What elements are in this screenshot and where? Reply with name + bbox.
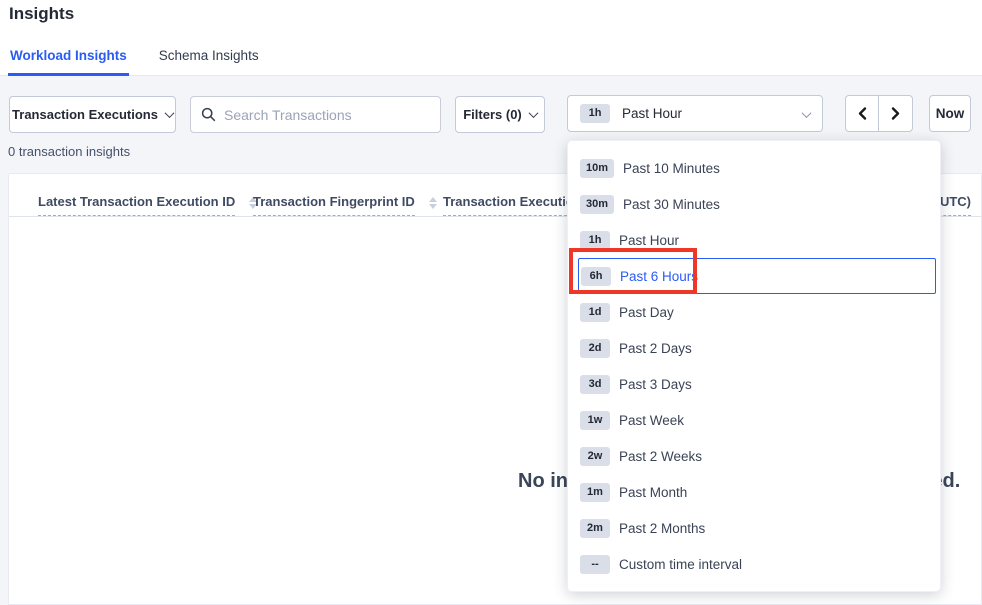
page-title: Insights [9,4,74,24]
time-option-badge: 1h [580,231,610,250]
time-option-badge: -- [580,555,610,574]
search-box[interactable] [190,96,441,133]
time-interval-dropdown: 10m Past 10 Minutes 30m Past 30 Minutes 1h Pa… [567,140,941,592]
time-option-label: Custom time interval [619,557,742,572]
filters-button[interactable]: Filters (0) [455,96,545,133]
time-option[interactable]: 30m Past 30 Minutes [568,186,940,222]
time-option-badge: 10m [580,159,614,178]
time-range-badge: 1h [580,104,610,123]
time-option-label: Past Hour [619,233,679,248]
search-icon [201,107,216,122]
next-range-button[interactable] [879,96,912,131]
time-option-label: Past 30 Minutes [623,197,720,212]
time-option-badge: 1w [580,411,610,430]
time-option[interactable]: 1h Past Hour [568,222,940,258]
filters-label: Filters (0) [463,107,522,122]
tab-schema-insights[interactable]: Schema Insights [157,48,261,76]
time-option-label: Past 2 Months [619,521,705,536]
time-range-arrows [845,95,913,132]
time-option-label: Past 2 Weeks [619,449,702,464]
time-option[interactable]: -- Custom time interval [568,546,940,582]
now-label: Now [936,106,965,121]
time-option-badge: 1m [580,483,610,502]
time-option-badge: 1d [580,303,610,322]
chevron-left-icon [857,106,868,121]
time-option-label: Past 6 Hours [620,269,698,284]
time-option[interactable]: 1d Past Day [568,294,940,330]
chevron-down-icon [165,108,175,118]
previous-range-button[interactable] [846,96,879,131]
chevron-down-icon [803,105,810,123]
time-option-badge: 2d [580,339,610,358]
time-option-label: Past 3 Days [619,377,692,392]
sort-icon[interactable] [429,194,437,209]
chevron-right-icon [890,106,901,121]
insights-count: 0 transaction insights [8,144,130,159]
time-option-badge: 2w [580,447,610,466]
column-header-transaction-execution[interactable]: Transaction Execution [443,194,582,216]
time-option-label: Past 2 Days [619,341,692,356]
time-option[interactable]: 2d Past 2 Days [568,330,940,366]
search-input[interactable] [224,107,430,123]
time-option-badge: 2m [580,519,610,538]
time-option[interactable]: 1w Past Week [568,402,940,438]
time-option-label: Past 10 Minutes [623,161,720,176]
tab-workload-insights[interactable]: Workload Insights [8,48,129,76]
time-range-selector[interactable]: 1h Past Hour [567,95,823,132]
time-option[interactable]: 6h Past 6 Hours [578,258,936,294]
time-option-label: Past Week [619,413,684,428]
time-option[interactable]: 10m Past 10 Minutes [568,150,940,186]
page-header: Insights Workload Insights Schema Insigh… [0,0,982,76]
time-option[interactable]: 3d Past 3 Days [568,366,940,402]
chevron-down-icon [528,108,538,118]
time-option-label: Past Month [619,485,687,500]
time-option[interactable]: 1m Past Month [568,474,940,510]
time-range-label: Past Hour [622,106,682,121]
time-option-label: Past Day [619,305,674,320]
view-selector-label: Transaction Executions [12,107,158,122]
column-header-transaction-fingerprint-id[interactable]: Transaction Fingerprint ID [253,194,437,216]
tab-bar: Workload Insights Schema Insights [8,48,261,76]
time-option-badge: 30m [580,195,614,214]
time-option-badge: 6h [581,267,611,286]
view-selector-dropdown[interactable]: Transaction Executions [9,96,176,133]
time-option-badge: 3d [580,375,610,394]
column-header-latest-transaction-execution-id[interactable]: Latest Transaction Execution ID [38,194,257,216]
now-button[interactable]: Now [929,95,971,132]
time-option[interactable]: 2m Past 2 Months [568,510,940,546]
time-option[interactable]: 2w Past 2 Weeks [568,438,940,474]
